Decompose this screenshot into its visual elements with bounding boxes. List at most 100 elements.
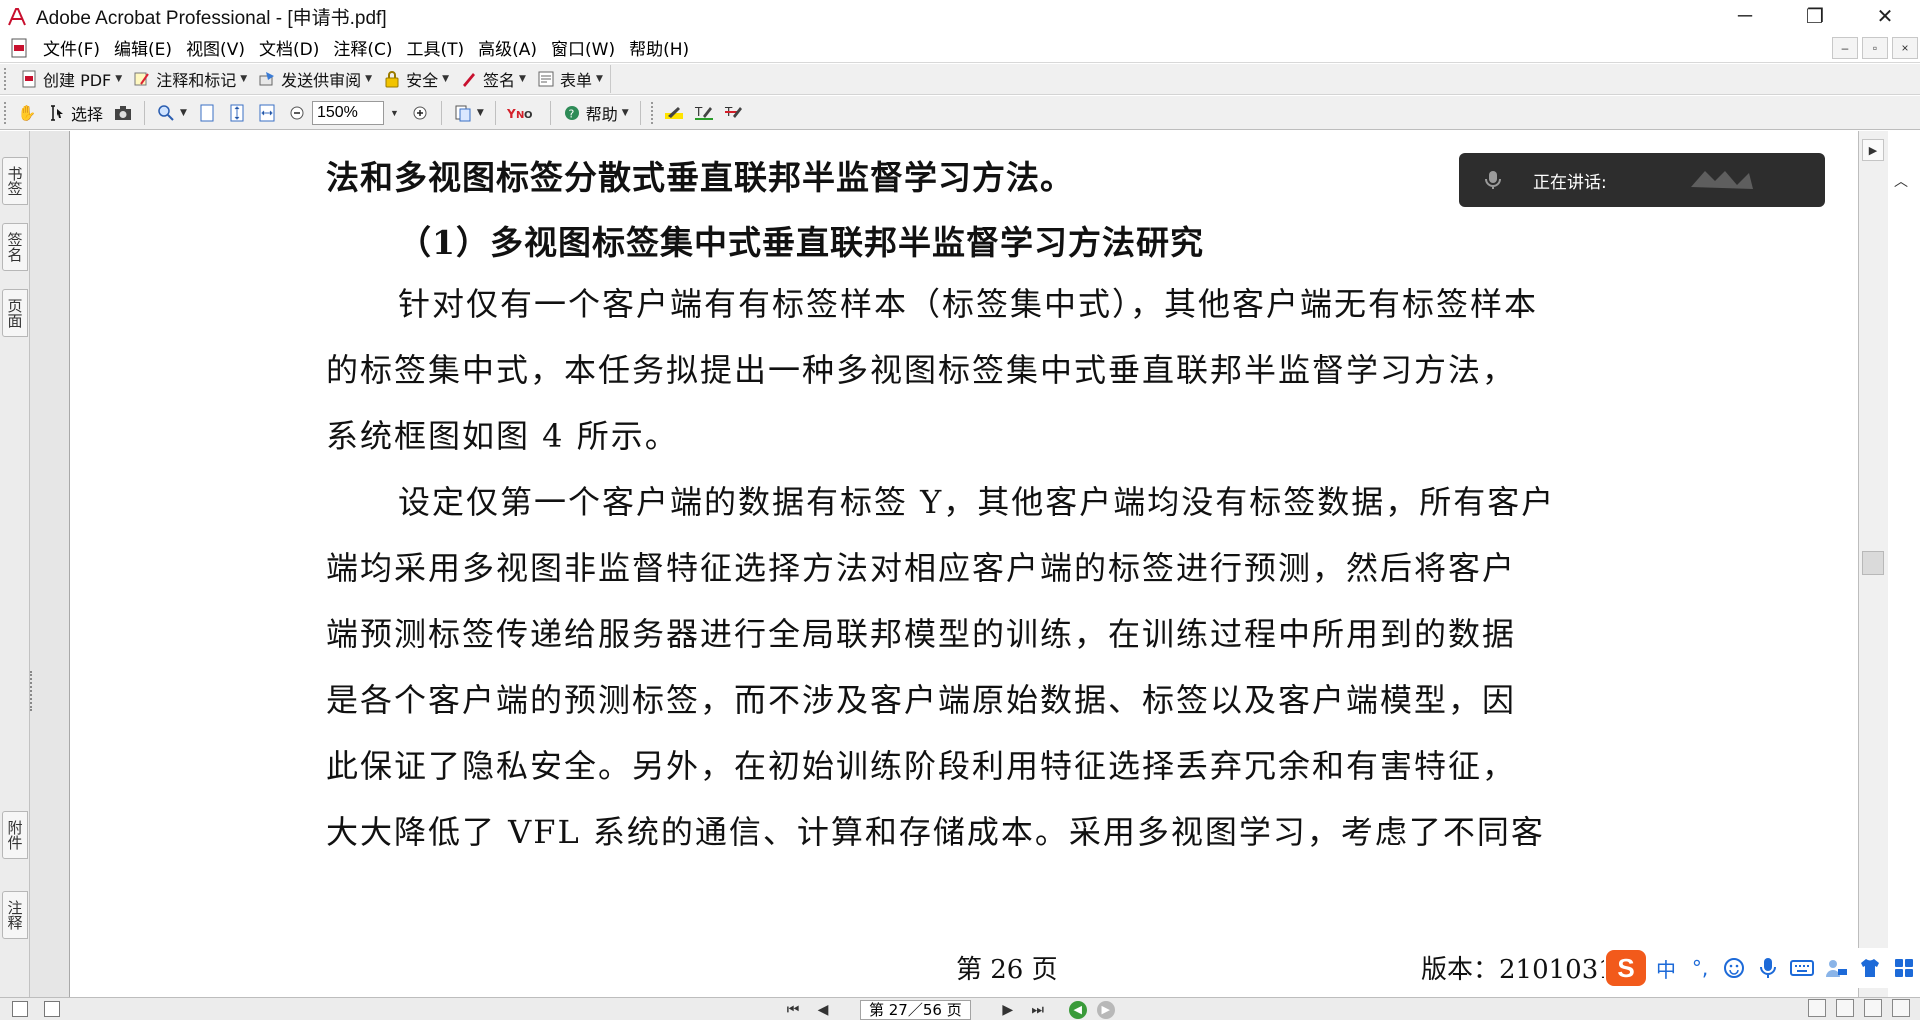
- comment-markup-button[interactable]: 注释和标记 ▼: [127, 66, 252, 92]
- svg-text:Y: Y: [507, 107, 516, 120]
- fit-width-button[interactable]: [252, 100, 282, 126]
- zoom-dropdown-arrow-icon[interactable]: ▼: [390, 108, 399, 118]
- select-tool-button[interactable]: 选择: [42, 100, 108, 126]
- zoom-in-button[interactable]: [405, 100, 435, 126]
- page-navigation: ⏮ ◀ 第 27／56 页 ▶ ⏭ ◀ ▶: [780, 998, 1115, 1020]
- zoom-in-tool-button[interactable]: ▼: [151, 100, 192, 126]
- heading-continued: 法和多视图标签分散式垂直联邦半监督学习方法。: [326, 158, 1074, 197]
- doc-restore-button[interactable]: ▫: [1862, 37, 1888, 59]
- zoom-out-button[interactable]: [282, 100, 312, 126]
- menu-help[interactable]: 帮助(H): [622, 35, 696, 60]
- dropdown-arrow-icon: ▼: [365, 74, 373, 84]
- toolbar-separator: [494, 100, 496, 125]
- strikeout-tool-button[interactable]: T: [719, 100, 749, 126]
- scroll-thumb[interactable]: [1862, 551, 1884, 575]
- toolbar-grip[interactable]: [650, 101, 655, 124]
- menu-view[interactable]: 视图(V): [179, 35, 252, 60]
- toolbar-grip[interactable]: [4, 68, 8, 90]
- zoom-level-input[interactable]: 150%: [311, 100, 384, 125]
- help-button[interactable]: ? 帮助 ▼: [557, 100, 634, 126]
- window-title: Adobe Acrobat Professional - [申请书.pdf]: [36, 8, 387, 29]
- menu-comments[interactable]: 注释(C): [326, 35, 399, 60]
- restore-button[interactable]: ❐: [1780, 0, 1850, 33]
- underline-tool-button[interactable]: T: [689, 100, 719, 126]
- paragraph-line: 针对仅有一个客户端有有标签样本（标签集中式），其他客户端无有标签样本: [398, 285, 1539, 323]
- ime-chinese-mode[interactable]: 中: [1652, 954, 1680, 982]
- scroll-up-chevron-icon[interactable]: ︿: [1894, 171, 1908, 191]
- send-review-label: 发送供审阅: [281, 71, 362, 90]
- zoom-in-icon: [410, 103, 430, 123]
- page-number-field[interactable]: 第 27／56 页: [860, 999, 971, 1020]
- previous-page-icon[interactable]: ◀: [810, 1000, 836, 1020]
- page-size-icon[interactable]: [12, 1001, 28, 1017]
- continuous-facing-layout-icon[interactable]: [1892, 999, 1910, 1017]
- doc-minimize-button[interactable]: –: [1832, 37, 1858, 59]
- minimize-button[interactable]: ─: [1710, 0, 1780, 33]
- tab-attachments-label: 附件: [5, 820, 24, 850]
- voice-input-icon[interactable]: [1754, 954, 1782, 982]
- document-options-icon[interactable]: [44, 1001, 60, 1017]
- menu-document[interactable]: 文档(D): [252, 35, 326, 60]
- pdf-document-icon[interactable]: [8, 37, 30, 59]
- single-page-layout-icon[interactable]: [1808, 999, 1826, 1017]
- panel-splitter[interactable]: [30, 131, 70, 997]
- forms-button[interactable]: 表单 ▼: [531, 66, 608, 92]
- acrobat-logo-icon: [6, 6, 28, 28]
- forms-icon: [536, 69, 556, 89]
- user-settings-icon[interactable]: [1822, 954, 1850, 982]
- tab-attachments[interactable]: 附件: [2, 811, 28, 859]
- page-layout-button[interactable]: ▼: [448, 100, 489, 126]
- next-page-icon[interactable]: ▶: [995, 1000, 1021, 1020]
- navigation-toolbar: ✋ 选择 ▼ 150% ▼ ▼ YNO ? 帮助▼ T T: [0, 96, 1920, 130]
- highlight-tool-button[interactable]: [659, 100, 689, 126]
- menu-advanced[interactable]: 高级(A): [471, 35, 544, 60]
- status-bar: ⏮ ◀ 第 27／56 页 ▶ ⏭ ◀ ▶: [0, 997, 1920, 1020]
- ime-punctuation[interactable]: °,: [1686, 954, 1714, 982]
- scroll-right-icon[interactable]: ▶: [1862, 139, 1884, 161]
- speaking-indicator: 正在讲话:: [1459, 153, 1825, 207]
- dropdown-arrow-icon: ▼: [240, 74, 248, 84]
- toolbar-grip[interactable]: [4, 101, 8, 124]
- fit-page-button[interactable]: [222, 100, 252, 126]
- tab-bookmarks-label: 书签: [5, 166, 24, 196]
- comment-markup-icon: [132, 69, 152, 89]
- menu-edit[interactable]: 编辑(E): [107, 35, 179, 60]
- tab-pages[interactable]: 页面: [2, 289, 28, 337]
- window-controls: ─ ❐ ✕: [1710, 0, 1920, 33]
- send-review-button[interactable]: 发送供审阅 ▼: [252, 66, 377, 92]
- close-button[interactable]: ✕: [1850, 0, 1920, 33]
- hand-tool-button[interactable]: ✋: [12, 100, 42, 126]
- tab-signatures[interactable]: 签名: [2, 223, 28, 271]
- text-cursor-icon: [47, 103, 67, 123]
- menu-window[interactable]: 窗口(W): [544, 35, 622, 60]
- tab-comments[interactable]: 注释: [2, 891, 28, 939]
- menu-tools[interactable]: 工具(T): [399, 35, 471, 60]
- continuous-layout-icon[interactable]: [1836, 999, 1854, 1017]
- send-review-icon: [257, 69, 277, 89]
- dropdown-arrow-icon: ▼: [442, 74, 449, 84]
- vertical-scrollbar[interactable]: ▶: [1858, 131, 1888, 997]
- strikeout-text-icon: T: [724, 103, 744, 123]
- fit-width-icon: [257, 103, 277, 123]
- document-view[interactable]: 法和多视图标签分散式垂直联邦半监督学习方法。 （1）多视图标签集中式垂直联邦半监…: [71, 131, 1858, 997]
- youdao-button[interactable]: YNO: [502, 100, 544, 126]
- last-page-icon[interactable]: ⏭: [1025, 1000, 1051, 1020]
- emoji-icon[interactable]: [1720, 954, 1748, 982]
- doc-close-button[interactable]: ×: [1892, 37, 1918, 59]
- create-pdf-button[interactable]: 创建 PDF ▼: [14, 66, 127, 92]
- facing-layout-icon[interactable]: [1864, 999, 1882, 1017]
- next-view-icon[interactable]: ▶: [1096, 1000, 1115, 1019]
- keyboard-icon[interactable]: [1788, 954, 1816, 982]
- toolbox-grid-icon[interactable]: [1890, 954, 1918, 982]
- skin-shirt-icon[interactable]: [1856, 954, 1884, 982]
- snapshot-button[interactable]: [108, 100, 138, 126]
- menu-file[interactable]: 文件(F): [36, 35, 107, 60]
- actual-size-button[interactable]: [192, 100, 222, 126]
- previous-view-icon[interactable]: ◀: [1068, 1000, 1087, 1019]
- tab-bookmarks[interactable]: 书签: [2, 157, 28, 205]
- security-button[interactable]: 安全 ▼: [377, 66, 454, 92]
- sign-button[interactable]: 签名 ▼: [454, 66, 531, 92]
- sogou-logo-icon[interactable]: S: [1606, 950, 1646, 986]
- splitter-grip[interactable]: [30, 671, 34, 711]
- first-page-icon[interactable]: ⏮: [780, 1000, 806, 1020]
